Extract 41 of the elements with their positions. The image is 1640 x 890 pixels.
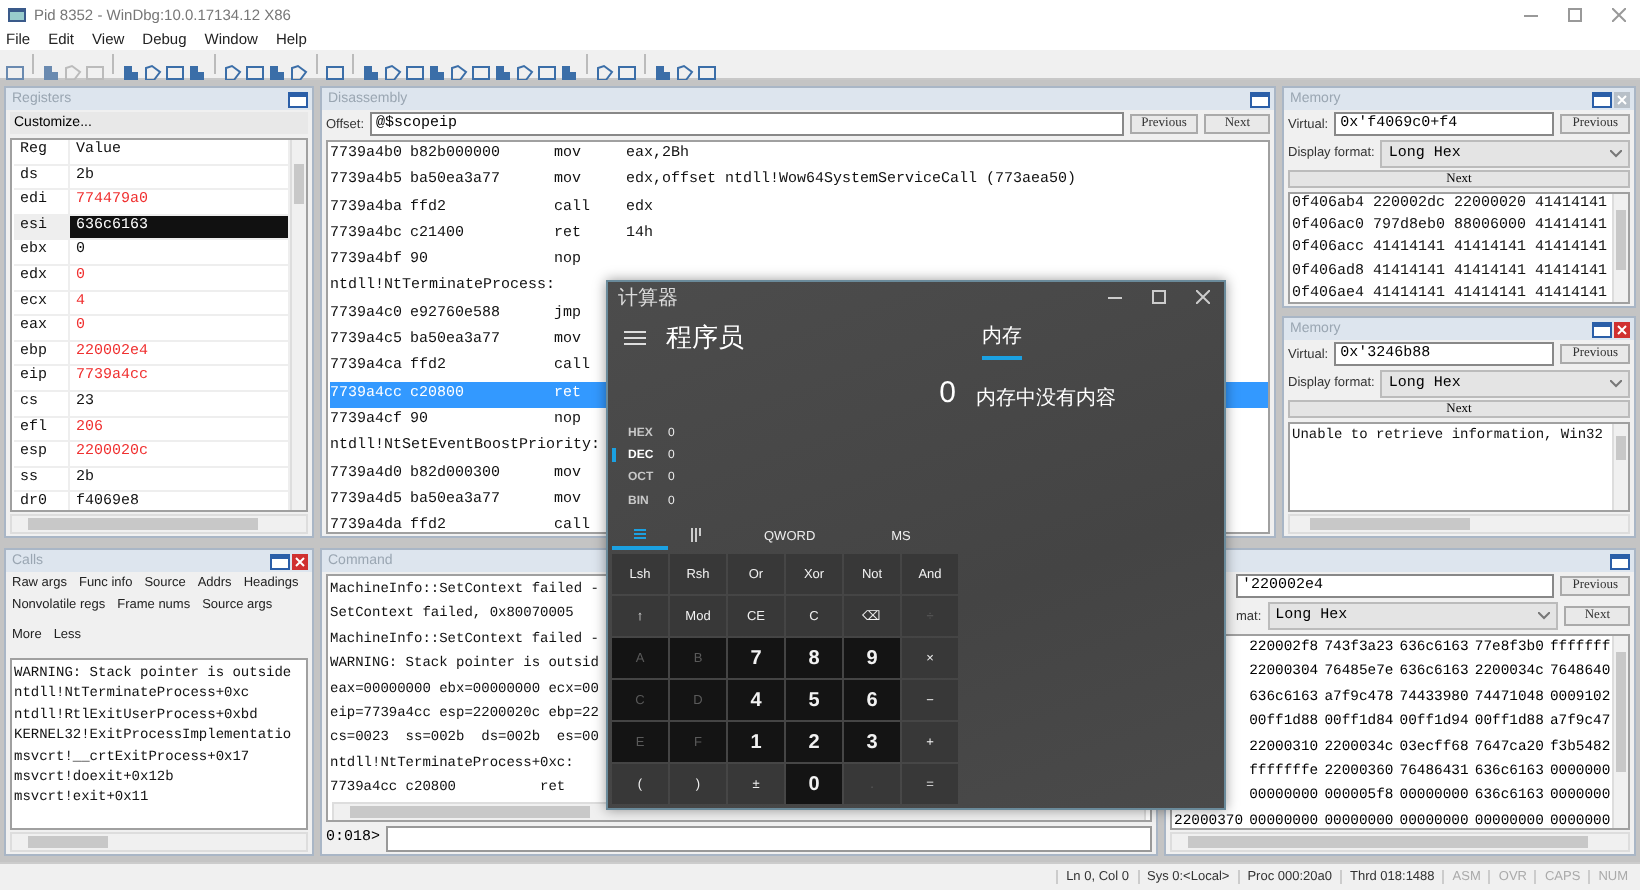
chevron-down-icon[interactable] — [1610, 149, 1622, 157]
calculator-key[interactable]: 2 — [786, 722, 842, 763]
scrollbar[interactable] — [290, 140, 306, 510]
window-icon[interactable] — [288, 91, 308, 107]
calculator-key[interactable]: 0 — [786, 764, 842, 805]
close-icon[interactable] — [1195, 290, 1209, 304]
scrollbar[interactable] — [1170, 832, 1630, 852]
window-icon[interactable] — [1592, 91, 1612, 107]
memory-empty-message: 内存中没有内容 — [976, 385, 1118, 412]
calculator-key[interactable]: 9 — [844, 638, 900, 679]
window-icon[interactable] — [1610, 553, 1630, 569]
maximize-icon[interactable] — [1567, 7, 1581, 21]
calculator-key[interactable]: 6 — [844, 680, 900, 721]
window-title: 计算器 — [618, 285, 678, 311]
display-value: 0 — [939, 376, 956, 410]
calculator-key[interactable]: 7 — [728, 638, 784, 679]
scrollbar[interactable] — [1612, 194, 1628, 302]
window-icon[interactable] — [1592, 321, 1612, 337]
list-icon — [634, 527, 646, 542]
mode-title: 程序员 — [666, 320, 744, 356]
memory-tab[interactable]: 内存 — [982, 322, 1022, 360]
scrollbar[interactable] — [10, 514, 308, 534]
window-icon[interactable] — [270, 553, 290, 569]
scrollbar[interactable] — [10, 832, 308, 852]
scrollbar[interactable] — [1288, 514, 1630, 534]
window-icon[interactable] — [1250, 91, 1270, 107]
bars-icon — [690, 527, 702, 542]
menu-icon[interactable] — [624, 330, 646, 346]
maximize-icon[interactable] — [1151, 290, 1165, 304]
scrollbar[interactable] — [1612, 424, 1628, 510]
close-icon[interactable] — [1611, 7, 1625, 21]
calculator-key[interactable]: 4 — [728, 680, 784, 721]
chevron-down-icon[interactable] — [1538, 612, 1551, 620]
calculator-key[interactable]: 8 — [786, 638, 842, 679]
calculator-key[interactable]: 3 — [844, 722, 900, 763]
app-icon — [8, 5, 26, 23]
scrollbar[interactable] — [1612, 636, 1628, 828]
calculator-key[interactable]: 5 — [786, 680, 842, 721]
command-input[interactable] — [386, 825, 1152, 851]
chevron-down-icon[interactable] — [1610, 379, 1622, 387]
calculator-key[interactable]: 1 — [728, 722, 784, 763]
